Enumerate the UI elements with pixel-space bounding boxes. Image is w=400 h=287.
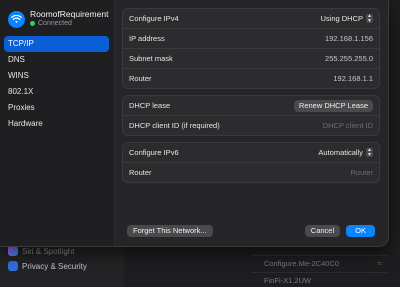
router-ipv6-row: Router Router [123,162,379,182]
chevron-updown-icon: ▲ ▼ [366,13,373,24]
network-status: Connected [30,19,108,28]
network-details-sheet: RoomofRequirement Connected TCP/IP DNS W… [0,0,389,247]
ipv4-group: Configure IPv4 Using DHCP ▲ ▼ IP address … [122,8,380,89]
sidebar-item-tcpip[interactable]: TCP/IP [4,36,109,52]
background-sidebar-item[interactable]: Siri & Spotlight [8,246,74,256]
chevron-updown-icon: ▲ ▼ [366,147,373,158]
configure-ipv4-value: Using DHCP [320,14,363,23]
renew-dhcp-lease-button[interactable]: Renew DHCP Lease [293,99,373,112]
dhcp-group: DHCP lease Renew DHCP Lease DHCP client … [122,95,380,136]
cancel-button[interactable]: Cancel [304,225,341,237]
footer-actions: Cancel OK [304,225,375,237]
subnet-mask-label: Subnet mask [129,54,173,63]
connected-status-dot [30,21,35,26]
dhcp-client-id-label: DHCP client ID (if required) [129,121,220,130]
configure-ipv4-popup[interactable]: Using DHCP ▲ ▼ [320,14,373,23]
configure-ipv6-value: Automatically [318,148,363,157]
ip-address-row: IP address 192.168.1.156 [123,28,379,48]
router-label: Router [129,74,152,83]
ipv6-group: Configure IPv6 Automatically ▲ ▼ Router R… [122,142,380,183]
network-row[interactable]: FinFi-X1.2UW [264,276,311,285]
sidebar-item-8021x[interactable]: 802.1X [4,84,109,100]
configure-ipv6-row: Configure IPv6 Automatically ▲ ▼ [123,143,379,162]
sidebar-item-dns[interactable]: DNS [4,52,109,68]
router-ipv6-label: Router [129,168,152,177]
background-sidebar-label: Privacy & Security [22,261,87,271]
sidebar-item-wins[interactable]: WINS [4,68,109,84]
router-ipv6-value: Router [350,168,373,177]
ip-address-value: 192.168.1.156 [325,34,373,43]
wifi-icon [8,10,25,28]
status-label: Connected [38,20,72,27]
network-name: RoomofRequirement [30,9,109,19]
configure-ipv4-label: Configure IPv4 [129,14,179,23]
subnet-mask-value: 255.255.255.0 [325,54,373,63]
ok-button[interactable]: OK [346,225,375,237]
dhcp-client-id-row: DHCP client ID (if required) DHCP client… [123,115,379,135]
privacy-hand-icon [8,261,18,271]
configure-ipv6-label: Configure IPv6 [129,148,179,157]
sidebar-item-proxies[interactable]: Proxies [4,100,109,116]
configure-ipv4-row: Configure IPv4 Using DHCP ▲ ▼ [123,9,379,28]
details-nav: TCP/IP DNS WINS 802.1X Proxies Hardware [4,36,109,132]
siri-icon [8,246,18,256]
ip-address-label: IP address [129,34,165,43]
wifi-signal-icon: ≈ [377,259,382,268]
network-header: RoomofRequirement Connected [8,10,108,28]
router-row: Router 192.168.1.1 [123,68,379,88]
sheet-footer: Forget This Network... Cancel OK [127,225,375,237]
subnet-mask-row: Subnet mask 255.255.255.0 [123,48,379,68]
configure-ipv6-popup[interactable]: Automatically ▲ ▼ [318,148,373,157]
divider [252,272,388,273]
tcpip-panel: Configure IPv4 Using DHCP ▲ ▼ IP address … [122,8,380,189]
background-sidebar-item[interactable]: Privacy & Security [8,261,87,271]
details-sidebar: RoomofRequirement Connected TCP/IP DNS W… [0,0,115,246]
dhcp-client-id-field[interactable]: DHCP client ID [323,121,373,130]
sidebar-item-hardware[interactable]: Hardware [4,116,109,132]
network-row[interactable]: Configure.Me-2C40C0 [264,259,339,268]
background-sidebar-label: Siri & Spotlight [22,246,75,256]
router-value: 192.168.1.1 [333,74,373,83]
dhcp-lease-label: DHCP lease [129,101,171,110]
divider [252,255,388,256]
forget-network-button[interactable]: Forget This Network... [127,225,213,237]
dhcp-lease-row: DHCP lease Renew DHCP Lease [123,96,379,115]
